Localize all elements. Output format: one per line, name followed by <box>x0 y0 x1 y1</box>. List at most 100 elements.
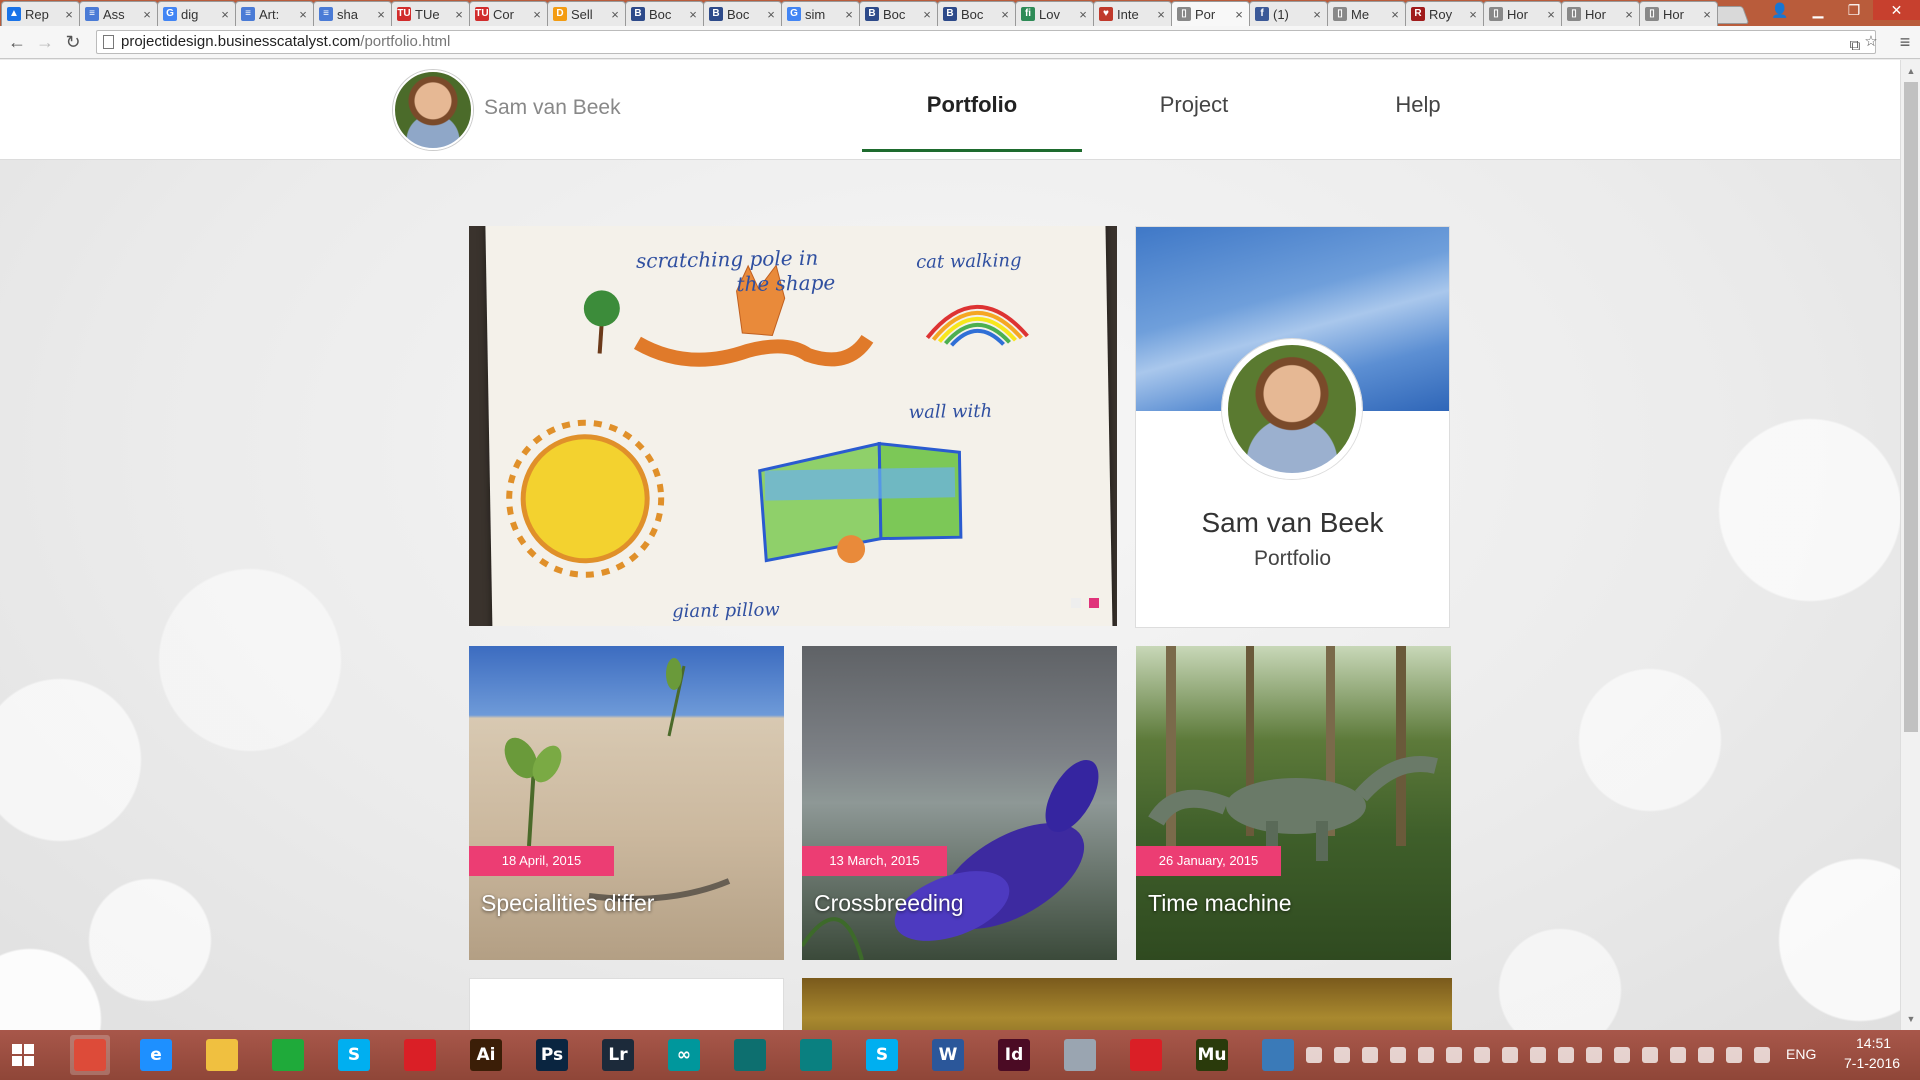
windows-store-icon[interactable] <box>268 1035 308 1075</box>
system-tray-icon[interactable] <box>1530 1047 1546 1063</box>
browser-tab[interactable]: ▲ Rep × <box>1 1 80 26</box>
browser-tab[interactable]: Gsim × <box>781 1 860 26</box>
post-card[interactable]: 13 March, 2015 Crossbreeding <box>802 646 1117 960</box>
tab-close-icon[interactable]: × <box>62 7 76 22</box>
file-explorer-icon[interactable] <box>202 1035 242 1075</box>
forward-button[interactable]: → <box>34 31 56 53</box>
tab-close-icon[interactable]: × <box>1154 7 1168 22</box>
system-tray-icon[interactable] <box>1558 1047 1574 1063</box>
browser-tab[interactable]: ♥ Inte × <box>1093 1 1172 26</box>
minimize-button[interactable]: ▁ <box>1800 0 1836 20</box>
clock-date[interactable]: 7-1-2016 <box>1844 1055 1900 1071</box>
tab-close-icon[interactable]: × <box>998 7 1012 22</box>
post-card-partial-image[interactable] <box>802 978 1452 1030</box>
tab-close-icon[interactable]: × <box>1310 7 1324 22</box>
back-button[interactable]: ← <box>6 31 28 53</box>
3ds-max-icon[interactable] <box>730 1035 770 1075</box>
system-tray-icon[interactable] <box>1474 1047 1490 1063</box>
tab-close-icon[interactable]: × <box>842 7 856 22</box>
tab-close-icon[interactable]: × <box>1544 7 1558 22</box>
system-tray-icon[interactable] <box>1334 1047 1350 1063</box>
header-avatar[interactable] <box>393 70 473 150</box>
tab-close-icon[interactable]: × <box>140 7 154 22</box>
tab-close-icon[interactable]: × <box>452 7 466 22</box>
tab-close-icon[interactable]: × <box>296 7 310 22</box>
system-tray-icon[interactable] <box>1642 1047 1658 1063</box>
tab-close-icon[interactable]: × <box>920 7 934 22</box>
nav-help[interactable]: Help <box>1308 92 1528 152</box>
maya-icon[interactable] <box>796 1035 836 1075</box>
browser-tab[interactable]: D Sell × <box>547 1 626 26</box>
slider-dot-2[interactable] <box>1089 598 1099 608</box>
browser-tab[interactable]: ▯ Por × <box>1171 1 1250 26</box>
illustrator-icon[interactable]: Ai <box>466 1035 506 1075</box>
tab-close-icon[interactable]: × <box>530 7 544 22</box>
system-tray-icon[interactable] <box>1670 1047 1686 1063</box>
system-tray-icon[interactable] <box>1614 1047 1630 1063</box>
arduino-icon[interactable]: ∞ <box>664 1035 704 1075</box>
calculator-icon[interactable] <box>1060 1035 1100 1075</box>
browser-tab[interactable]: B Boc × <box>625 1 704 26</box>
nav-portfolio[interactable]: Portfolio <box>862 92 1082 152</box>
tab-close-icon[interactable]: × <box>1700 7 1714 22</box>
word-icon[interactable]: W <box>928 1035 968 1075</box>
maximize-button[interactable]: ❐ <box>1836 0 1872 20</box>
tab-close-icon[interactable]: × <box>1076 7 1090 22</box>
tab-close-icon[interactable]: × <box>374 7 388 22</box>
close-window-button[interactable]: ✕ <box>1873 0 1920 20</box>
tab-close-icon[interactable]: × <box>686 7 700 22</box>
chrome-icon[interactable] <box>70 1035 110 1075</box>
tab-close-icon[interactable]: × <box>1232 7 1246 22</box>
browser-tab[interactable]: f (1) × <box>1249 1 1328 26</box>
photoshop-icon[interactable]: Ps <box>532 1035 572 1075</box>
clock-time[interactable]: 14:51 <box>1856 1035 1891 1051</box>
photos-icon[interactable] <box>1258 1035 1298 1075</box>
tab-close-icon[interactable]: × <box>218 7 232 22</box>
scroll-thumb[interactable] <box>1904 82 1918 732</box>
system-tray-icon[interactable] <box>1418 1047 1434 1063</box>
chrome-menu-icon[interactable]: ≡ <box>1894 31 1916 53</box>
browser-tab[interactable]: Gdig × <box>157 1 236 26</box>
browser-tab[interactable]: ≡ sha × <box>313 1 392 26</box>
browser-tab[interactable]: ▯ Hor × <box>1639 1 1718 26</box>
browser-tab[interactable]: ≡ Art: × <box>235 1 314 26</box>
windows-start-icon[interactable] <box>12 1044 34 1066</box>
post-title[interactable]: Crossbreeding <box>814 890 964 917</box>
tab-close-icon[interactable]: × <box>764 7 778 22</box>
user-icon[interactable]: 👤 <box>1762 0 1798 20</box>
browser-tab[interactable]: TU Cor × <box>469 1 548 26</box>
system-tray-icon[interactable] <box>1306 1047 1322 1063</box>
tab-close-icon[interactable]: × <box>1622 7 1636 22</box>
post-card[interactable]: 26 January, 2015 Time machine <box>1136 646 1451 960</box>
slider-dot-1[interactable] <box>1071 598 1081 608</box>
browser-tab[interactable]: fi Lov × <box>1015 1 1094 26</box>
address-bar[interactable]: projectidesign.businesscatalyst.com/port… <box>96 30 1878 54</box>
tab-close-icon[interactable]: × <box>608 7 622 22</box>
scroll-up-arrow[interactable]: ▲ <box>1901 62 1920 80</box>
post-title[interactable]: Time machine <box>1148 890 1292 917</box>
system-tray-icon[interactable] <box>1446 1047 1462 1063</box>
browser-tab[interactable]: B Boc × <box>703 1 782 26</box>
header-name[interactable]: Sam van Beek <box>484 96 621 120</box>
bookmark-star-icon[interactable]: ☆ <box>1861 31 1881 53</box>
post-card-partial[interactable] <box>469 978 784 1030</box>
browser-tab[interactable]: ▯ Hor × <box>1483 1 1562 26</box>
system-tray-icon[interactable] <box>1502 1047 1518 1063</box>
image-slider[interactable]: scratching pole in the shape cat walking… <box>469 226 1117 626</box>
nav-project[interactable]: Project <box>1084 92 1304 152</box>
internet-explorer-icon[interactable]: e <box>136 1035 176 1075</box>
language-indicator[interactable]: ENG <box>1786 1046 1816 1062</box>
tab-close-icon[interactable]: × <box>1466 7 1480 22</box>
skype-icon[interactable]: S <box>334 1035 374 1075</box>
system-tray-icon[interactable] <box>1698 1047 1714 1063</box>
browser-tab[interactable]: R Roy × <box>1405 1 1484 26</box>
browser-tab[interactable]: ▯ Me × <box>1327 1 1406 26</box>
scroll-down-arrow[interactable]: ▼ <box>1901 1010 1920 1028</box>
skype-2-icon[interactable]: S <box>862 1035 902 1075</box>
creative-cloud-2-icon[interactable] <box>1126 1035 1166 1075</box>
system-tray-icon[interactable] <box>1726 1047 1742 1063</box>
creative-cloud-icon[interactable] <box>400 1035 440 1075</box>
system-tray-icon[interactable] <box>1362 1047 1378 1063</box>
system-tray-icon[interactable] <box>1390 1047 1406 1063</box>
system-tray-icon[interactable] <box>1754 1047 1770 1063</box>
